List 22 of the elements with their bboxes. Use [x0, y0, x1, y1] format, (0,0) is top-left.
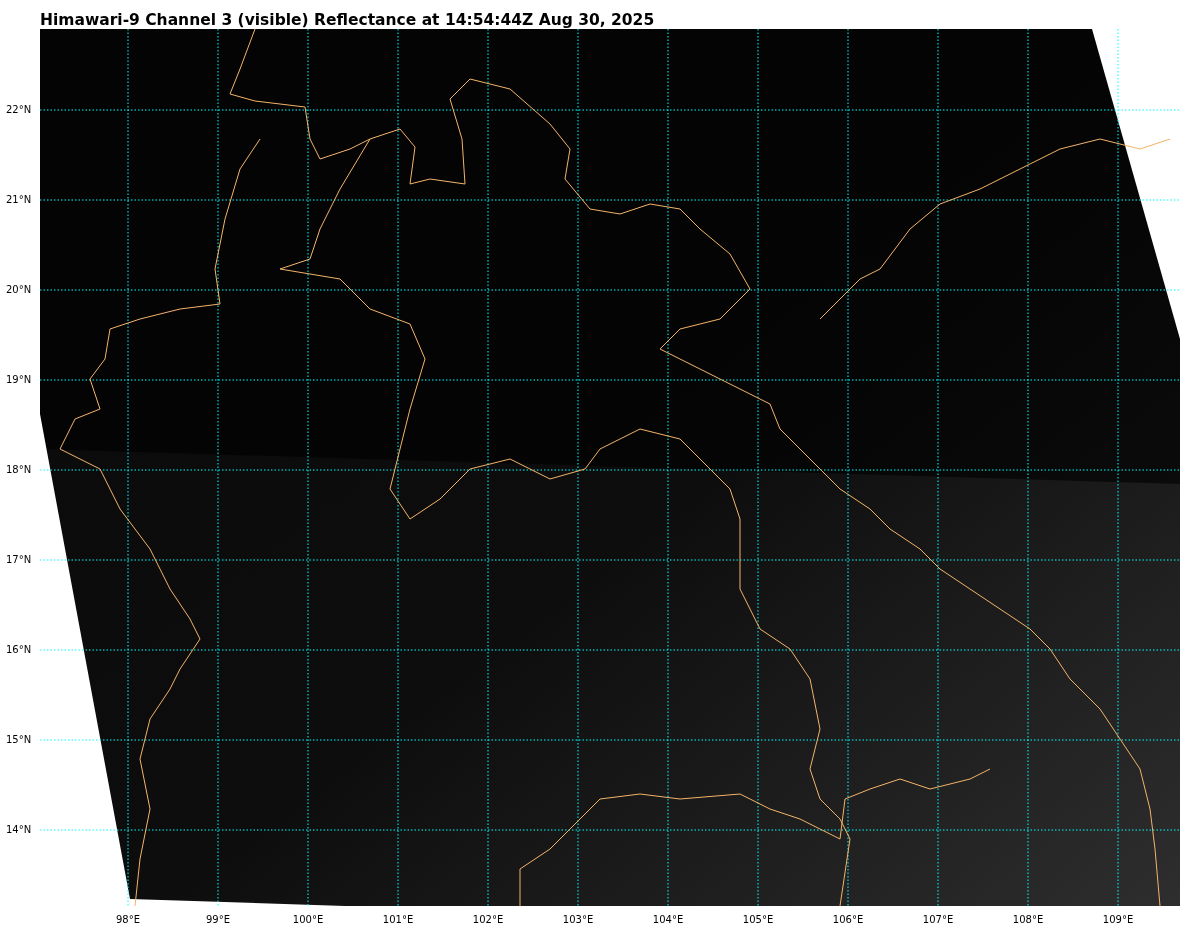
- longitude-label: 109°E: [1102, 913, 1134, 927]
- longitude-label: 103°E: [562, 913, 594, 927]
- latitude-label: 18°N: [6, 464, 32, 476]
- longitude-label: 102°E: [472, 913, 504, 927]
- longitude-label: 101°E: [382, 913, 414, 927]
- latitude-label: 14°N: [6, 824, 32, 836]
- latitude-label: 22°N: [6, 104, 32, 116]
- latitude-label: 15°N: [6, 734, 32, 746]
- longitude-label: 106°E: [832, 913, 864, 927]
- latitude-label: 20°N: [6, 284, 32, 296]
- latitude-label: 21°N: [6, 194, 32, 206]
- longitude-label: 105°E: [742, 913, 774, 927]
- longitude-label: 98°E: [116, 913, 140, 927]
- latitude-label: 19°N: [6, 374, 32, 386]
- latitude-label: 17°N: [6, 554, 32, 566]
- longitude-label: 104°E: [652, 913, 684, 927]
- longitude-label: 100°E: [292, 913, 324, 927]
- chart-title: Himawari-9 Channel 3 (visible) Reflectance at 14:54:44Z Aug 30, 2025: [40, 10, 655, 31]
- longitude-label: 99°E: [206, 913, 230, 927]
- longitude-label: 108°E: [1012, 913, 1044, 927]
- latitude-label: 16°N: [6, 644, 32, 656]
- longitude-label: 107°E: [922, 913, 954, 927]
